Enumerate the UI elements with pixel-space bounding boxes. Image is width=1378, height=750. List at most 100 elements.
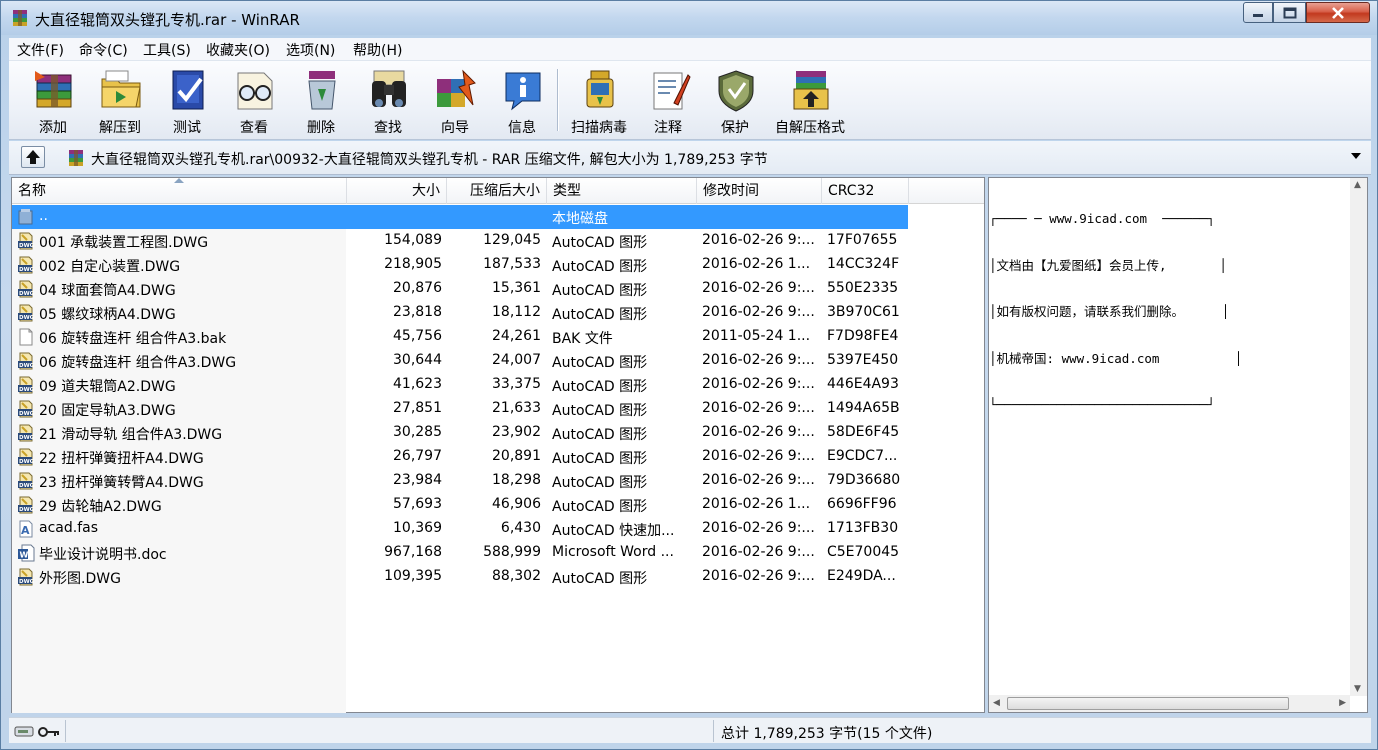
address-bar: 大直径辊筒双头镗孔专机.rar\00932-大直径辊筒双头镗孔专机 - RAR …	[9, 141, 1371, 175]
file-type: Microsoft Word ...	[552, 544, 674, 560]
dwg-file-icon: DWG	[18, 568, 35, 586]
scroll-left-icon[interactable]: ◀	[993, 698, 1000, 708]
file-name: 29 齿轮轴A2.DWG	[39, 499, 162, 515]
sort-ascending-icon	[174, 178, 184, 183]
address-dropdown-icon[interactable]	[1351, 153, 1361, 159]
status-bar: 总计 1,789,253 字节(15 个文件)	[9, 717, 1371, 743]
file-packed-size: 15,361	[492, 280, 541, 296]
file-crc32: 14CC324F	[827, 256, 900, 272]
file-size: 10,369	[393, 520, 442, 536]
dwg-file-icon: DWG	[18, 448, 35, 466]
up-one-level-button[interactable]	[21, 146, 45, 168]
file-type: AutoCAD 快速加...	[552, 523, 675, 539]
scroll-down-icon[interactable]: ▼	[1354, 684, 1361, 694]
file-crc32: 446E4A93	[827, 376, 899, 392]
comment-vertical-scrollbar[interactable]: ▲ ▼	[1350, 178, 1367, 696]
column-header-type[interactable]: 类型	[547, 178, 697, 204]
column-header-crc[interactable]: CRC32	[822, 178, 909, 204]
file-modified: 2011-05-24 1...	[702, 328, 811, 344]
file-modified: 2016-02-26 9:...	[702, 232, 815, 248]
file-name: acad.fas	[39, 520, 98, 536]
menu-file[interactable]: 文件(F)	[17, 40, 64, 60]
file-type: AutoCAD 图形	[552, 235, 648, 251]
file-row[interactable]: DWG 05 螺纹球柄A4.DWG 23,818 18,112 AutoCAD 图形 20…	[12, 301, 908, 325]
status-total: 总计 1,789,253 字节(15 个文件)	[721, 726, 933, 742]
file-row[interactable]: DWG 22 扭杆弹簧扭杆A4.DWG 26,797 20,891 AutoCAD 图形…	[12, 445, 908, 469]
info-button[interactable]: 信息	[489, 65, 555, 137]
file-type: AutoCAD 图形	[552, 259, 648, 275]
file-row[interactable]: DWG 09 道夫辊筒A2.DWG 41,623 33,375 AutoCAD 图形 20…	[12, 373, 908, 397]
file-packed-size: 129,045	[483, 232, 541, 248]
info-icon	[505, 72, 541, 111]
file-packed-size: 187,533	[483, 256, 541, 272]
menu-tools[interactable]: 工具(S)	[143, 40, 191, 60]
file-crc32: E9CDC7...	[827, 448, 898, 464]
file-row[interactable]: DWG 29 齿轮轴A2.DWG 57,693 46,906 AutoCAD 图形 201…	[12, 493, 908, 517]
file-type: AutoCAD 图形	[552, 427, 648, 443]
svg-text:DWG: DWG	[19, 267, 35, 273]
menu-commands[interactable]: 命令(C)	[79, 40, 128, 60]
file-packed-size: 18,112	[492, 304, 541, 320]
file-row[interactable]: DWG 外形图.DWG 109,395 88,302 AutoCAD 图形 2016-02…	[12, 565, 908, 589]
file-row[interactable]: DWG 002 自定心装置.DWG 218,905 187,533 AutoCAD 图形…	[12, 253, 908, 277]
close-button[interactable]	[1306, 2, 1370, 23]
file-row[interactable]: DWG 23 扭杆弹簧转臂A4.DWG 23,984 18,298 AutoCAD 图形…	[12, 469, 908, 493]
comment-horizontal-scrollbar[interactable]: ◀ ▶	[989, 695, 1350, 712]
maximize-button[interactable]	[1273, 2, 1306, 23]
file-name: 001 承载装置工程图.DWG	[39, 235, 209, 251]
drive-key-icon[interactable]	[13, 722, 61, 740]
dwg-file-icon: DWG	[18, 304, 35, 322]
status-separator	[713, 720, 714, 742]
file-row[interactable]: Aacad.fas 10,369 6,430 AutoCAD 快速加... 2016-0…	[12, 517, 908, 541]
comment-line: │如有版权问题，请联系我们删除。 │	[989, 304, 1230, 319]
scroll-right-icon[interactable]: ▶	[1339, 698, 1346, 708]
file-modified: 2016-02-26 9:...	[702, 544, 815, 560]
file-row[interactable]: 06 旋转盘连杆 组合件A3.bak 45,756 24,261 BAK 文件 2011…	[12, 325, 908, 349]
file-row[interactable]: W 毕业设计说明书.doc 967,168 588,999 Microsoft Word…	[12, 541, 908, 565]
title-bar[interactable]: 大直径辊筒双头镗孔专机.rar - WinRAR	[1, 1, 1377, 35]
file-row[interactable]: DWG 04 球面套筒A4.DWG 20,876 15,361 AutoCAD 图形 20…	[12, 277, 908, 301]
sfx-button[interactable]: 自解压格式	[775, 65, 845, 137]
file-row[interactable]: DWG 20 固定导轨A3.DWG 27,851 21,633 AutoCAD 图形 20…	[12, 397, 908, 421]
protect-button[interactable]: 保护	[702, 65, 768, 137]
file-type: BAK 文件	[552, 331, 613, 347]
virus-scan-button[interactable]: 扫描病毒	[566, 65, 632, 137]
view-glasses-icon	[237, 72, 273, 110]
archive-comment: ┌──── ─ www.9icad.com ──────┐ │文档由【九爱图纸】…	[989, 180, 1334, 444]
scroll-thumb[interactable]	[1007, 697, 1289, 710]
file-row[interactable]: DWG 06 旋转盘连杆 组合件A3.DWG 30,644 24,007 AutoCAD…	[12, 349, 908, 373]
column-header-size[interactable]: 大小	[347, 178, 447, 204]
column-header-packed[interactable]: 压缩后大小	[447, 178, 547, 204]
menu-favorites[interactable]: 收藏夹(O)	[206, 40, 270, 60]
file-packed-size: 6,430	[500, 520, 541, 536]
file-crc32: F7D98FE4	[827, 328, 899, 344]
dwg-file-icon: DWG	[18, 496, 35, 514]
comment-pane[interactable]: ┌──── ─ www.9icad.com ──────┐ │文档由【九爱图纸】…	[988, 177, 1368, 713]
file-name: 毕业设计说明书.doc	[39, 547, 167, 563]
file-size: 20,876	[393, 280, 442, 296]
svg-text:DWG: DWG	[19, 435, 35, 441]
file-packed-size: 23,902	[492, 424, 541, 440]
svg-text:DWG: DWG	[19, 363, 35, 369]
column-header-modified[interactable]: 修改时间	[697, 178, 822, 204]
file-name: 21 滑动导轨 组合件A3.DWG	[39, 427, 223, 443]
winrar-app-icon[interactable]	[11, 9, 29, 27]
file-row[interactable]: DWG 21 滑动导轨 组合件A3.DWG 30,285 23,902 AutoCAD …	[12, 421, 908, 445]
up-arrow-icon	[26, 150, 40, 164]
file-modified: 2016-02-26 1...	[702, 256, 811, 272]
file-modified: 2016-02-26 9:...	[702, 352, 815, 368]
file-size: 23,984	[393, 472, 442, 488]
dwg-file-icon: DWG	[18, 352, 35, 370]
comment-pen-icon	[653, 72, 691, 110]
file-modified: 2016-02-26 9:...	[702, 280, 815, 296]
svg-text:DWG: DWG	[19, 315, 35, 321]
file-row[interactable]: DWG 001 承载装置工程图.DWG 154,089 129,045 AutoCAD …	[12, 229, 908, 253]
minimize-button[interactable]	[1243, 2, 1273, 23]
file-list[interactable]: 名称 大小 压缩后大小 类型 修改时间 CRC32 .. 本地磁盘 DWG 001 承…	[11, 177, 985, 713]
menu-help[interactable]: 帮助(H)	[353, 40, 402, 60]
file-crc32: 58DE6F45	[827, 424, 900, 440]
file-row[interactable]: .. 本地磁盘	[12, 205, 908, 229]
address-field[interactable]: 大直径辊筒双头镗孔专机.rar\00932-大直径辊筒双头镗孔专机 - RAR …	[61, 145, 1361, 171]
menu-options[interactable]: 选项(N)	[286, 40, 335, 60]
scroll-up-icon[interactable]: ▲	[1354, 180, 1361, 190]
